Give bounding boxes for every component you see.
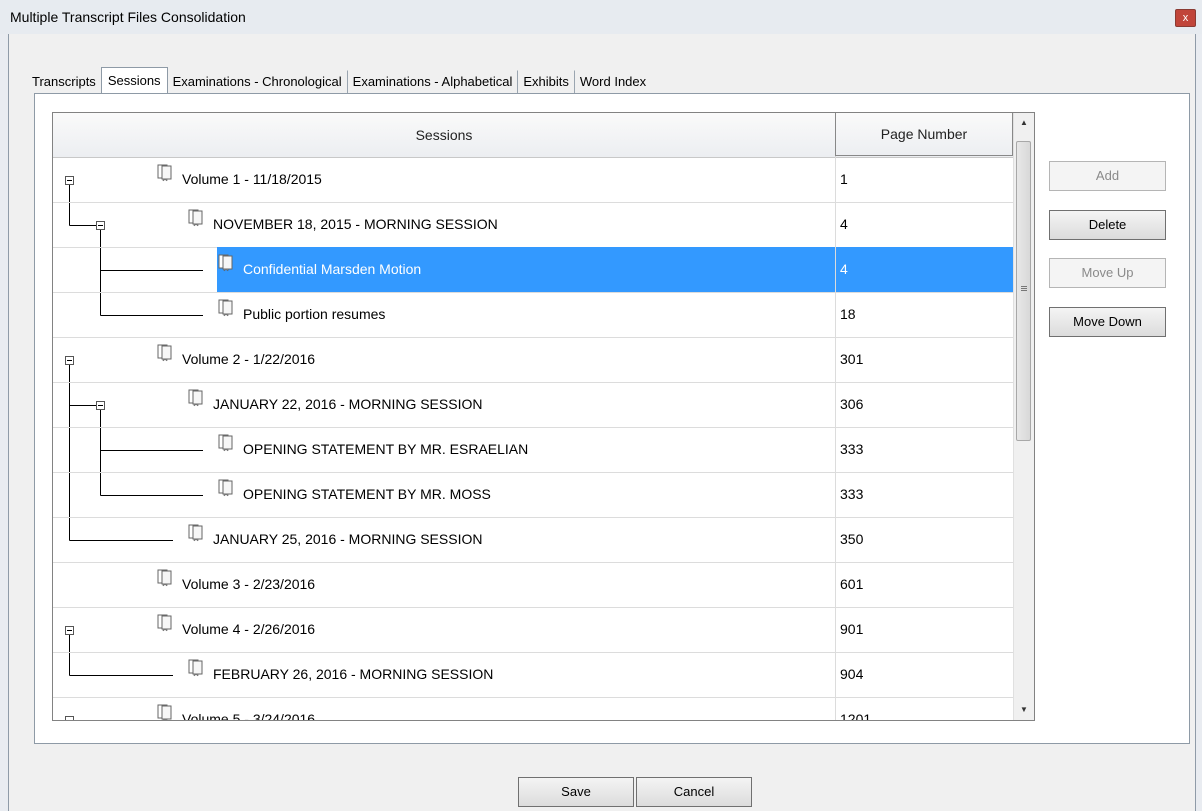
- page-number-cell[interactable]: 306: [836, 382, 1013, 427]
- page-number-cell[interactable]: 1201: [836, 697, 1013, 720]
- sessions-cell[interactable]: JANUARY 25, 2016 - MORNING SESSION: [53, 517, 836, 562]
- page-number-cell[interactable]: 350: [836, 517, 1013, 562]
- tree-row[interactable]: Volume 4 - 2/26/2016 901: [53, 607, 1013, 653]
- tree-row[interactable]: OPENING STATEMENT BY MR. MOSS 333: [53, 472, 1013, 518]
- bookmark-icon: [157, 614, 172, 632]
- session-label: Public portion resumes: [243, 306, 386, 322]
- delete-button[interactable]: Delete: [1049, 210, 1166, 240]
- page-number-cell[interactable]: 901: [836, 607, 1013, 652]
- sessions-cell[interactable]: Volume 4 - 2/26/2016: [53, 607, 836, 652]
- bookmark-icon: [157, 164, 172, 182]
- bookmark-icon: [157, 344, 172, 362]
- expander-minus-icon[interactable]: [96, 401, 105, 410]
- scroll-down-icon[interactable]: ▼: [1014, 700, 1034, 720]
- sessions-cell[interactable]: Volume 1 - 11/18/2015: [53, 157, 836, 202]
- session-label: Volume 3 - 2/23/2016: [182, 576, 316, 592]
- session-label: JANUARY 25, 2016 - MORNING SESSION: [213, 531, 483, 547]
- tree-row[interactable]: Public portion resumes 18: [53, 292, 1013, 338]
- bookmark-icon: [188, 524, 203, 542]
- tree-row[interactable]: NOVEMBER 18, 2015 - MORNING SESSION 4: [53, 202, 1013, 248]
- bookmark-icon: [157, 704, 172, 720]
- session-label: OPENING STATEMENT BY MR. ESRAELIAN: [243, 441, 529, 457]
- session-label: OPENING STATEMENT BY MR. MOSS: [243, 486, 491, 502]
- sessions-cell[interactable]: Volume 2 - 1/22/2016: [53, 337, 836, 382]
- move-down-button[interactable]: Move Down: [1049, 307, 1166, 337]
- sessions-cell[interactable]: Volume 5 - 3/24/2016: [53, 697, 836, 721]
- move-up-button[interactable]: Move Up: [1049, 258, 1166, 288]
- sessions-cell[interactable]: Public portion resumes: [53, 292, 836, 337]
- expander-minus-icon[interactable]: [65, 716, 74, 720]
- session-label: Confidential Marsden Motion: [243, 261, 422, 277]
- sessions-cell[interactable]: NOVEMBER 18, 2015 - MORNING SESSION: [53, 202, 836, 247]
- page-number-cell[interactable]: 301: [836, 337, 1013, 382]
- page-number-cell[interactable]: 4: [836, 202, 1013, 247]
- tree-row[interactable]: Volume 2 - 1/22/2016 301: [53, 337, 1013, 383]
- tab-sessions[interactable]: Sessions: [100, 67, 168, 94]
- page-number-cell[interactable]: 1: [836, 157, 1013, 202]
- session-label: FEBRUARY 26, 2016 - MORNING SESSION: [213, 666, 494, 682]
- bookmark-icon: [218, 434, 233, 452]
- tree-row[interactable]: JANUARY 22, 2016 - MORNING SESSION 306: [53, 382, 1013, 428]
- bookmark-icon: [188, 209, 203, 227]
- bookmark-icon: [188, 659, 203, 677]
- tab-transcripts[interactable]: Transcripts: [27, 70, 101, 93]
- sessions-cell[interactable]: Confidential Marsden Motion: [53, 247, 836, 292]
- column-header-sessions[interactable]: Sessions: [53, 113, 836, 157]
- save-button[interactable]: Save: [518, 777, 634, 807]
- tree-row[interactable]: Volume 1 - 11/18/2015 1: [53, 157, 1013, 203]
- session-label: JANUARY 22, 2016 - MORNING SESSION: [213, 396, 483, 412]
- column-header-page-number[interactable]: Page Number: [835, 113, 1013, 156]
- sessions-cell[interactable]: OPENING STATEMENT BY MR. ESRAELIAN: [53, 427, 836, 472]
- expander-minus-icon[interactable]: [96, 221, 105, 230]
- expander-minus-icon[interactable]: [65, 176, 74, 185]
- scroll-up-icon[interactable]: ▲: [1014, 113, 1034, 133]
- page-number-cell[interactable]: 4: [836, 247, 1013, 292]
- bookmark-icon: [188, 389, 203, 407]
- expander-minus-icon[interactable]: [65, 626, 74, 635]
- tree-row[interactable]: Volume 5 - 3/24/2016 1201: [53, 697, 1013, 721]
- sessions-cell[interactable]: OPENING STATEMENT BY MR. MOSS: [53, 472, 836, 517]
- tree-row[interactable]: FEBRUARY 26, 2016 - MORNING SESSION 904: [53, 652, 1013, 698]
- expander-minus-icon[interactable]: [65, 356, 74, 365]
- grip-icon: [1021, 286, 1027, 287]
- page-number-cell[interactable]: 333: [836, 472, 1013, 517]
- vertical-scrollbar[interactable]: ▲ ▼: [1013, 113, 1034, 720]
- bookmark-icon: [218, 299, 233, 317]
- close-icon: x: [1182, 12, 1189, 24]
- tree-row[interactable]: Volume 3 - 2/23/2016 601: [53, 562, 1013, 608]
- page-number-cell[interactable]: 333: [836, 427, 1013, 472]
- session-label: Volume 1 - 11/18/2015: [182, 171, 322, 187]
- add-button[interactable]: Add: [1049, 161, 1166, 191]
- sessions-cell[interactable]: Volume 3 - 2/23/2016: [53, 562, 836, 607]
- grid-header: Sessions Page Number: [53, 113, 1013, 158]
- session-label: NOVEMBER 18, 2015 - MORNING SESSION: [213, 216, 498, 232]
- tree-row[interactable]: JANUARY 25, 2016 - MORNING SESSION 350: [53, 517, 1013, 563]
- tab-strip: Transcripts Sessions Examinations - Chro…: [27, 66, 651, 94]
- bookmark-icon: [218, 479, 233, 497]
- page-number-cell[interactable]: 18: [836, 292, 1013, 337]
- title-bar: Multiple Transcript Files Consolidation …: [0, 0, 1202, 34]
- session-label: Volume 2 - 1/22/2016: [182, 351, 316, 367]
- tab-exhibits[interactable]: Exhibits: [517, 70, 574, 93]
- sessions-cell[interactable]: JANUARY 22, 2016 - MORNING SESSION: [53, 382, 836, 427]
- bookmark-icon: [157, 569, 172, 587]
- sessions-cell[interactable]: FEBRUARY 26, 2016 - MORNING SESSION: [53, 652, 836, 697]
- page-number-cell[interactable]: 904: [836, 652, 1013, 697]
- tab-examinations-chronological[interactable]: Examinations - Chronological: [168, 70, 347, 93]
- cancel-button[interactable]: Cancel: [636, 777, 752, 807]
- sessions-tree-grid[interactable]: Sessions Page Number Volume 1 - 11/18/20…: [52, 112, 1035, 721]
- page-number-cell[interactable]: 601: [836, 562, 1013, 607]
- bookmark-icon: [218, 254, 233, 272]
- tab-examinations-alphabetical[interactable]: Examinations - Alphabetical: [346, 70, 518, 93]
- close-button[interactable]: x: [1175, 9, 1196, 27]
- session-label: Volume 4 - 2/26/2016: [182, 621, 316, 637]
- tab-word-index[interactable]: Word Index: [573, 70, 651, 93]
- session-label: Volume 5 - 3/24/2016: [182, 711, 316, 721]
- window-title: Multiple Transcript Files Consolidation: [10, 9, 246, 25]
- scrollbar-thumb[interactable]: [1016, 141, 1031, 441]
- tree-row[interactable]: OPENING STATEMENT BY MR. ESRAELIAN 333: [53, 427, 1013, 473]
- tree-row[interactable]: Confidential Marsden Motion 4: [53, 247, 1013, 293]
